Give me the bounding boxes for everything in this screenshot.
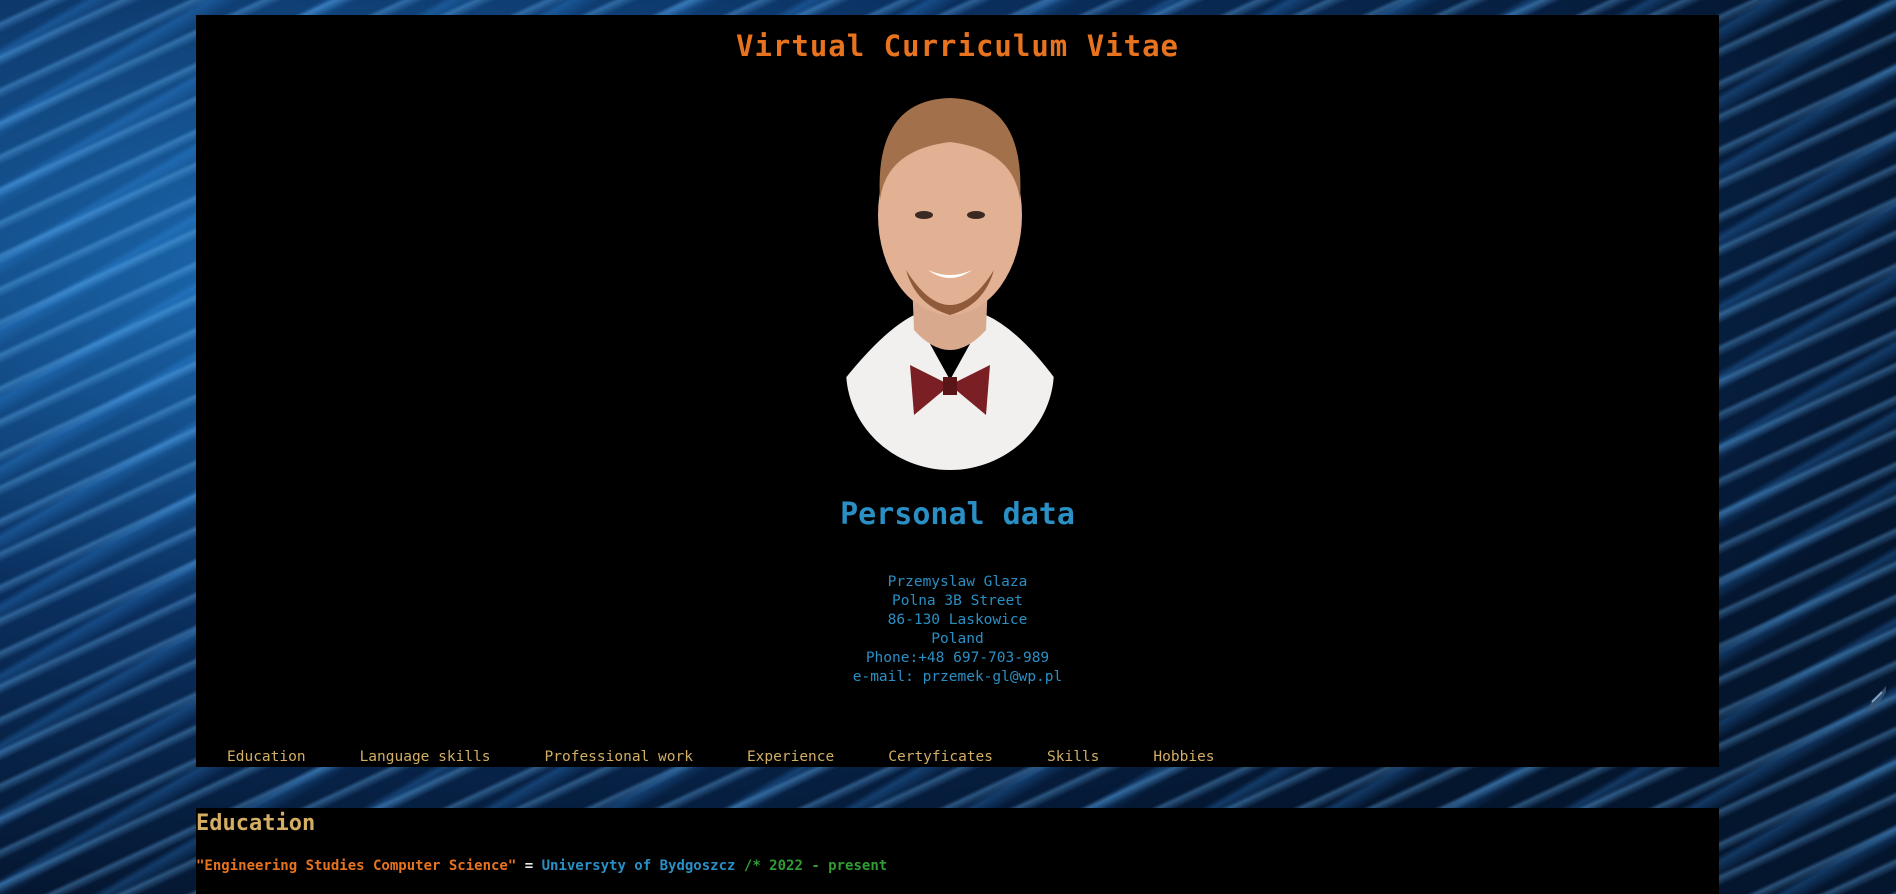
nav-certyficates[interactable]: Certyficates bbox=[888, 749, 993, 765]
nav-experience[interactable]: Experience bbox=[747, 749, 834, 765]
personal-street: Polna 3B Street bbox=[892, 593, 1023, 609]
feather-icon[interactable] bbox=[1866, 684, 1888, 714]
education-degree: "Engineering Studies Computer Science" bbox=[196, 858, 517, 874]
personal-email: e-mail: przemek-gl@wp.pl bbox=[852, 669, 1063, 685]
education-section: Education "Engineering Studies Computer … bbox=[196, 808, 1719, 894]
education-operator: = bbox=[516, 858, 542, 874]
personal-country: Poland bbox=[931, 631, 984, 647]
nav-education[interactable]: Education bbox=[227, 749, 306, 765]
nav-language-skills[interactable]: Language skills bbox=[360, 749, 491, 765]
personal-city: 86-130 Laskowice bbox=[887, 612, 1028, 628]
page-title: Virtual Curriculum Vitae bbox=[735, 29, 1180, 63]
personal-phone: Phone:+48 697-703-989 bbox=[865, 650, 1050, 666]
portrait-photo bbox=[844, 98, 1056, 470]
education-school: Universyty of Bydgoszcz bbox=[541, 858, 736, 874]
personal-name: Przemyslaw Glaza bbox=[887, 574, 1028, 590]
personal-data-list: Przemyslaw Glaza Polna 3B Street 86-130 … bbox=[196, 573, 1719, 687]
nav-skills[interactable]: Skills bbox=[1047, 749, 1099, 765]
cv-header-panel: Virtual Curriculum Vitae Personal data P… bbox=[196, 15, 1719, 767]
section-nav: Education Language skills Professional w… bbox=[227, 749, 1269, 765]
education-entry: "Engineering Studies Computer Science" =… bbox=[196, 858, 887, 874]
nav-professional-work[interactable]: Professional work bbox=[545, 749, 693, 765]
personal-data-heading: Personal data bbox=[840, 497, 1075, 532]
nav-hobbies[interactable]: Hobbies bbox=[1153, 749, 1214, 765]
education-period: /* 2022 - present bbox=[735, 858, 888, 874]
education-title: Education bbox=[196, 811, 316, 836]
